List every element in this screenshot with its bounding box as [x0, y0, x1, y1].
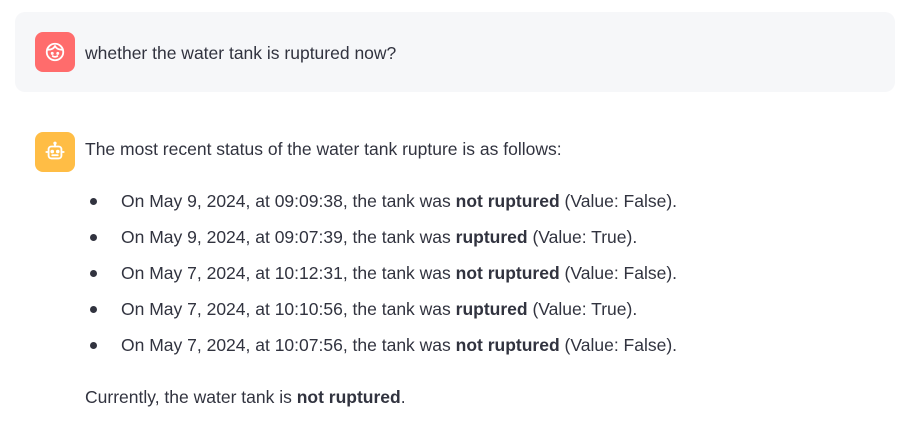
assistant-intro-text: The most recent status of the water tank…: [85, 139, 562, 159]
list-item: On May 9, 2024, at 09:09:38, the tank wa…: [85, 189, 677, 225]
summary-suffix: .: [400, 387, 406, 407]
item-suffix: (Value: True).: [527, 299, 638, 319]
item-suffix: (Value: False).: [559, 335, 678, 355]
item-suffix: (Value: False).: [559, 191, 678, 211]
face-icon: [44, 41, 66, 63]
item-status: ruptured: [455, 227, 528, 247]
item-suffix: (Value: False).: [559, 263, 678, 283]
item-prefix: On May 7, 2024, at 10:12:31, the tank wa…: [121, 263, 456, 283]
robot-icon: [44, 141, 66, 163]
list-item: On May 7, 2024, at 10:12:31, the tank wa…: [85, 261, 677, 297]
item-status: not ruptured: [455, 335, 560, 355]
list-item: On May 7, 2024, at 10:07:56, the tank wa…: [85, 333, 677, 369]
item-status: ruptured: [455, 299, 528, 319]
summary-status: not ruptured: [296, 387, 401, 407]
chat-container: whether the water tank is ruptured now? …: [0, 0, 923, 430]
summary-prefix: Currently, the water tank is: [85, 387, 297, 407]
item-prefix: On May 7, 2024, at 10:10:56, the tank wa…: [121, 299, 456, 319]
item-status: not ruptured: [455, 263, 560, 283]
item-prefix: On May 9, 2024, at 09:09:38, the tank wa…: [121, 191, 456, 211]
assistant-avatar: [35, 132, 75, 172]
bullet-icon: [90, 306, 97, 313]
item-prefix: On May 9, 2024, at 09:07:39, the tank wa…: [121, 227, 456, 247]
user-avatar: [35, 32, 75, 72]
item-suffix: (Value: True).: [527, 227, 638, 247]
item-status: not ruptured: [455, 191, 560, 211]
user-message: whether the water tank is ruptured now?: [15, 12, 895, 92]
user-message-text: whether the water tank is ruptured now?: [85, 43, 397, 63]
list-item: On May 9, 2024, at 09:07:39, the tank wa…: [85, 225, 677, 261]
status-list: On May 9, 2024, at 09:09:38, the tank wa…: [85, 189, 677, 369]
assistant-summary: Currently, the water tank is not rupture…: [85, 385, 406, 409]
bullet-icon: [90, 342, 97, 349]
bullet-icon: [90, 234, 97, 241]
bullet-icon: [90, 270, 97, 277]
list-item: On May 7, 2024, at 10:10:56, the tank wa…: [85, 297, 677, 333]
bullet-icon: [90, 198, 97, 205]
item-prefix: On May 7, 2024, at 10:07:56, the tank wa…: [121, 335, 456, 355]
assistant-message: The most recent status of the water tank…: [85, 137, 885, 407]
